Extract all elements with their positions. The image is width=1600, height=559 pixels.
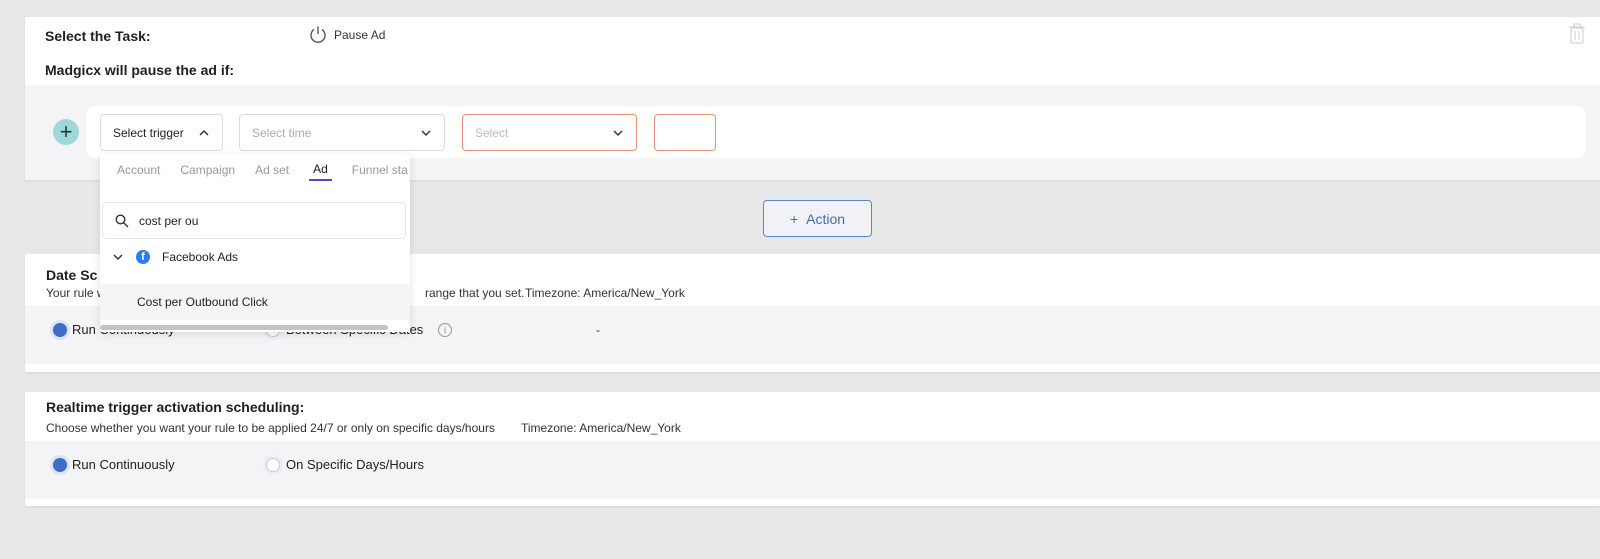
realtime-run-continuously-radio[interactable] <box>53 458 67 472</box>
pause-ad-option[interactable]: Pause Ad <box>308 25 385 45</box>
action-button-label: Action <box>806 210 846 227</box>
realtime-timezone: Timezone: America/New_York <box>521 421 681 435</box>
plus-icon: + <box>789 210 799 227</box>
search-icon <box>115 213 129 227</box>
trigger-tabs: Account Campaign Ad set Ad Funnel sta <box>100 154 410 188</box>
realtime-options-band <box>25 441 1600 499</box>
realtime-run-continuously-label: Run Continuously <box>72 457 175 472</box>
chevron-down-icon <box>421 130 431 137</box>
time-select-placeholder: Select time <box>252 125 312 140</box>
trigger-dropdown: Account Campaign Ad set Ad Funnel sta co… <box>100 154 410 332</box>
value-input[interactable] <box>654 114 716 151</box>
tab-account[interactable]: Account <box>117 163 160 180</box>
select-task-label: Select the Task: <box>45 28 151 44</box>
operator-select-placeholder: Select <box>475 125 509 140</box>
realtime-title: Realtime trigger activation scheduling: <box>46 399 305 415</box>
chevron-down-icon <box>113 254 123 261</box>
date-schedule-desc-start: Your rule w <box>46 286 106 300</box>
specific-days-label: On Specific Days/Hours <box>286 457 424 472</box>
option-label: Cost per Outbound Click <box>137 295 268 309</box>
facebook-ads-group[interactable]: f Facebook Ads <box>112 250 238 264</box>
date-schedule-timezone: Timezone: America/New_York <box>525 286 685 300</box>
condition-label: Madgicx will pause the ad if: <box>45 62 235 78</box>
realtime-card: Realtime trigger activation scheduling: … <box>25 392 1600 506</box>
date-range-dash: - <box>596 323 600 337</box>
add-action-button[interactable]: + Action <box>763 200 872 237</box>
trash-icon[interactable] <box>1568 23 1586 45</box>
facebook-icon: f <box>136 250 150 264</box>
chevron-up-icon <box>199 129 209 136</box>
time-select[interactable]: Select time <box>239 114 445 151</box>
facebook-ads-label: Facebook Ads <box>162 250 239 264</box>
tab-ad[interactable]: Ad <box>309 162 332 181</box>
specific-days-radio[interactable] <box>266 458 280 472</box>
tab-funnel-stage[interactable]: Funnel sta <box>352 163 408 180</box>
info-icon[interactable]: i <box>438 323 452 337</box>
run-continuously-radio[interactable] <box>53 323 67 337</box>
dropdown-scrollbar[interactable] <box>100 325 388 330</box>
add-condition-button[interactable]: + <box>53 119 79 145</box>
date-schedule-title: Date Sc <box>46 267 98 283</box>
pause-ad-label: Pause Ad <box>334 28 386 42</box>
date-schedule-desc-end: range that you set. <box>425 286 525 300</box>
power-icon <box>310 26 326 43</box>
trigger-select-value: Select trigger <box>113 125 184 140</box>
chevron-down-icon <box>613 130 623 137</box>
tab-campaign[interactable]: Campaign <box>180 163 235 180</box>
trigger-search-value: cost per ou <box>139 213 199 228</box>
trigger-select[interactable]: Select trigger <box>100 114 223 151</box>
tab-ad-set[interactable]: Ad set <box>255 163 289 180</box>
realtime-description: Choose whether you want your rule to be … <box>46 421 495 435</box>
operator-select[interactable]: Select <box>462 114 637 151</box>
cost-per-outbound-click-option[interactable]: Cost per Outbound Click <box>100 284 410 320</box>
trigger-search-field[interactable]: cost per ou <box>102 202 406 239</box>
